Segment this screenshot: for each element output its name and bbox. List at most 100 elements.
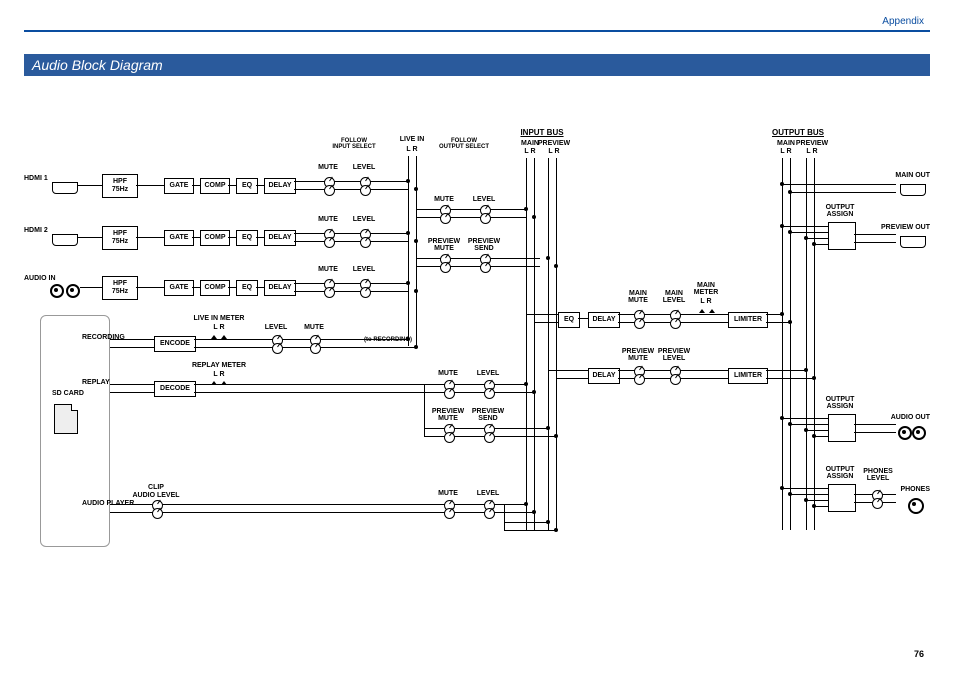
replay-label: REPLAY [82,379,110,386]
hpf-box-2: HPF 75Hz [102,226,138,250]
livein-label: LIVE IN [400,136,425,143]
inputbus-main: MAIN [521,140,539,147]
phones-jack [908,498,924,514]
level-knob-2b [360,237,371,248]
hdmi1-port-icon [52,182,78,194]
assign-matrix-2 [828,414,856,442]
preview-mute-2: PREVIEW MUTE [432,408,464,422]
hdmi1-label: HDMI 1 [24,175,48,182]
outputbus-main-lr: L R [780,148,791,155]
section-title: Audio Block Diagram [24,54,930,76]
preview-send-2: PREVIEW SEND [472,408,504,422]
audioin-label: AUDIO IN [24,275,56,282]
main-meter-lbl: MAIN METER [694,282,719,296]
dec-level: LEVEL [477,370,500,377]
delay-box-2: DELAY [264,230,296,246]
appendix-label: Appendix [882,16,924,27]
mute-knob-2b [324,237,335,248]
hdmi2-port-icon [52,234,78,246]
hdmi2-label: HDMI 2 [24,227,48,234]
preview-mute-lbl: PREVIEW MUTE [622,348,654,362]
sdcard-icon [54,404,78,434]
main-level-lbl: MAIN LEVEL [663,290,686,304]
pvsend-1b [480,262,491,273]
level-lbl-1: LEVEL [353,164,376,171]
level-lbl-2: LEVEL [353,216,376,223]
level-lbl-3: LEVEL [353,266,376,273]
outputbus-preview: PREVIEW [796,140,828,147]
mute-lbl-2: MUTE [318,216,338,223]
assign-matrix-3 [828,484,856,512]
level-knob-3b [360,287,371,298]
main-delay: DELAY [588,312,620,328]
liveinmeter-lr: L R [213,324,224,331]
output-assign-1: OUTPUT ASSIGN [826,204,855,218]
gate-box-1: GATE [164,178,194,194]
replaymeter: REPLAY METER [192,362,246,369]
inputbus-preview: PREVIEW [538,140,570,147]
previewout-label: PREVIEW OUT [881,224,930,231]
level-mid: LEVEL [473,196,496,203]
audioin-jack-r-icon [66,284,80,298]
main-mute-lbl: MAIN MUTE [628,290,648,304]
diagram-canvas: HDMI 1 HDMI 2 AUDIO IN SD CARD RECORDING… [24,90,930,639]
decode-box: DECODE [154,381,196,397]
output-assign-3: OUTPUT ASSIGN [826,466,855,480]
gate-box-2: GATE [164,230,194,246]
header-rule [24,30,930,32]
previewout-port-icon [900,236,926,248]
eq-box-1: EQ [236,178,258,194]
comp-box-1: COMP [200,178,230,194]
delay-box-1: DELAY [264,178,296,194]
livein-r-bus [416,156,417,346]
mute-mid: MUTE [434,196,454,203]
diagram-page: Appendix Audio Block Diagram 76 HDMI 1 H… [0,0,954,675]
main-meter-lr: L R [700,298,711,305]
mute-knob-3b [324,287,335,298]
mute-mid-b [440,213,451,224]
output-assign-2: OUTPUT ASSIGN [826,396,855,410]
outputbus-preview-lr: L R [806,148,817,155]
to-recording: (to RECORDING) [364,337,412,343]
phones-level-lbl: PHONES LEVEL [863,468,893,482]
follow-input-select: FOLLOW INPUT SELECT [332,138,375,150]
phones-label: PHONES [900,486,930,493]
assign-matrix-1 [828,222,856,250]
inputbus-main-lr: L R [524,148,535,155]
preview-mute-1: PREVIEW MUTE [428,238,460,252]
preview-limiter: LIMITER [728,368,768,384]
page-number: 76 [914,649,924,659]
sdcard-label: SD CARD [52,390,84,397]
liveinmeter: LIVE IN METER [194,315,245,322]
eq-box-3: EQ [236,280,258,296]
pvmute-1b [440,262,451,273]
output-bus-title: OUTPUT BUS [772,128,824,137]
delay-box-3: DELAY [264,280,296,296]
input-bus-title: INPUT BUS [520,128,563,137]
dec-mute: MUTE [438,370,458,377]
audioout-jack-l [898,426,912,440]
ap-mute: MUTE [438,490,458,497]
gate-box-3: GATE [164,280,194,296]
level-knob-1b [360,185,371,196]
comp-box-2: COMP [200,230,230,246]
livein-l-bus [408,156,409,346]
replaymeter-lr: L R [213,371,224,378]
outputbus-main: MAIN [777,140,795,147]
audioout-label: AUDIO OUT [891,414,930,421]
audioout-jack-r [912,426,926,440]
main-limiter: LIMITER [728,312,768,328]
preview-delay: DELAY [588,368,620,384]
preview-send-1: PREVIEW SEND [468,238,500,252]
livein-lr: L R [406,146,417,153]
audiolevel-label: AUDIO LEVEL [132,492,179,499]
encode-box: ENCODE [154,336,196,352]
mute-lbl-3: MUTE [318,266,338,273]
level-mid-b [480,213,491,224]
main-eq: EQ [558,312,580,328]
audioin-jack-l-icon [50,284,64,298]
clip-label: CLIP [148,484,164,491]
hpf-box-1: HPF 75Hz [102,174,138,198]
inputbus-preview-lr: L R [548,148,559,155]
mute-lbl-1: MUTE [318,164,338,171]
